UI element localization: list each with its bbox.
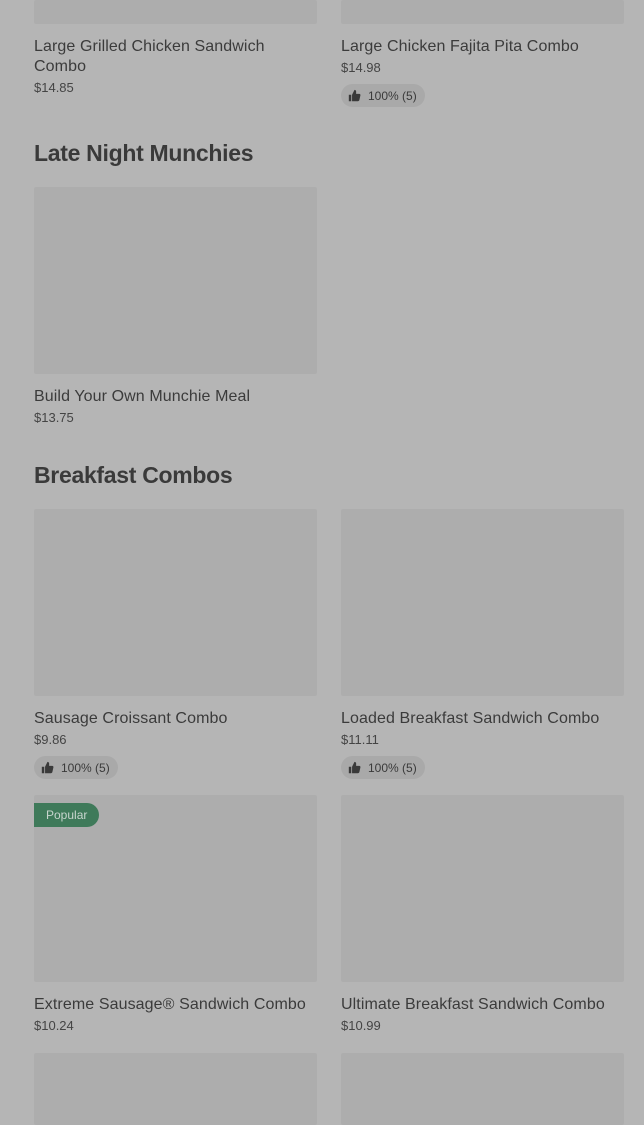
menu-item-image[interactable] bbox=[341, 0, 624, 24]
thumbs-up-icon bbox=[348, 89, 361, 102]
menu-item-card[interactable]: Large Chicken Fajita Pita Combo $14.98 1… bbox=[341, 0, 624, 107]
menu-item-title[interactable]: Build Your Own Munchie Meal bbox=[34, 387, 317, 407]
menu-item-title[interactable]: Large Grilled Chicken Sandwich Combo bbox=[34, 37, 317, 77]
menu-item-image[interactable] bbox=[341, 795, 624, 982]
menu-item-card[interactable] bbox=[341, 1053, 624, 1125]
thumbs-up-icon bbox=[348, 761, 361, 774]
menu-item-price: $14.98 bbox=[341, 60, 381, 75]
menu-item-image[interactable]: Popular bbox=[34, 795, 317, 982]
menu-page: Large Grilled Chicken Sandwich Combo $14… bbox=[0, 0, 644, 1125]
menu-item-title[interactable]: Large Chicken Fajita Pita Combo bbox=[341, 37, 624, 57]
menu-item-card[interactable]: Popular Extreme Sausage® Sandwich Combo … bbox=[34, 795, 317, 1034]
rating-text: 100% (5) bbox=[368, 760, 417, 775]
menu-item-price: $14.85 bbox=[34, 80, 74, 95]
menu-item-image[interactable] bbox=[34, 1053, 317, 1125]
thumbs-up-icon bbox=[41, 761, 54, 774]
rating-text: 100% (5) bbox=[61, 760, 110, 775]
menu-item-image[interactable] bbox=[341, 509, 624, 696]
menu-item-image[interactable] bbox=[34, 187, 317, 374]
popular-badge: Popular bbox=[34, 803, 100, 827]
menu-item-title[interactable]: Ultimate Breakfast Sandwich Combo bbox=[341, 995, 624, 1015]
menu-item-image[interactable] bbox=[34, 0, 317, 24]
menu-item-title[interactable]: Extreme Sausage® Sandwich Combo bbox=[34, 995, 317, 1015]
menu-item-card[interactable] bbox=[34, 1053, 317, 1125]
menu-item-price: $13.75 bbox=[34, 410, 74, 425]
menu-item-image[interactable] bbox=[34, 509, 317, 696]
menu-item-card[interactable]: Loaded Breakfast Sandwich Combo $11.11 1… bbox=[341, 509, 624, 779]
rating-badge: 100% (5) bbox=[341, 756, 425, 779]
menu-item-price: $9.86 bbox=[34, 732, 67, 747]
menu-item-image[interactable] bbox=[341, 1053, 624, 1125]
menu-item-price: $11.11 bbox=[341, 732, 379, 747]
menu-item-price: $10.99 bbox=[341, 1018, 381, 1033]
rating-badge: 100% (5) bbox=[341, 84, 425, 107]
menu-item-title[interactable]: Sausage Croissant Combo bbox=[34, 709, 317, 729]
rating-text: 100% (5) bbox=[368, 88, 417, 103]
menu-item-card[interactable]: Sausage Croissant Combo $9.86 100% (5) bbox=[34, 509, 317, 779]
menu-item-price: $10.24 bbox=[34, 1018, 74, 1033]
menu-item-card[interactable]: Large Grilled Chicken Sandwich Combo $14… bbox=[34, 0, 317, 96]
menu-item-card[interactable]: Build Your Own Munchie Meal $13.75 bbox=[34, 187, 317, 426]
menu-item-title[interactable]: Loaded Breakfast Sandwich Combo bbox=[341, 709, 624, 729]
rating-badge: 100% (5) bbox=[34, 756, 118, 779]
section-heading-breakfast: Breakfast Combos bbox=[34, 462, 233, 488]
menu-item-card[interactable]: Ultimate Breakfast Sandwich Combo $10.99 bbox=[341, 795, 624, 1034]
section-heading-late-night: Late Night Munchies bbox=[34, 140, 254, 166]
